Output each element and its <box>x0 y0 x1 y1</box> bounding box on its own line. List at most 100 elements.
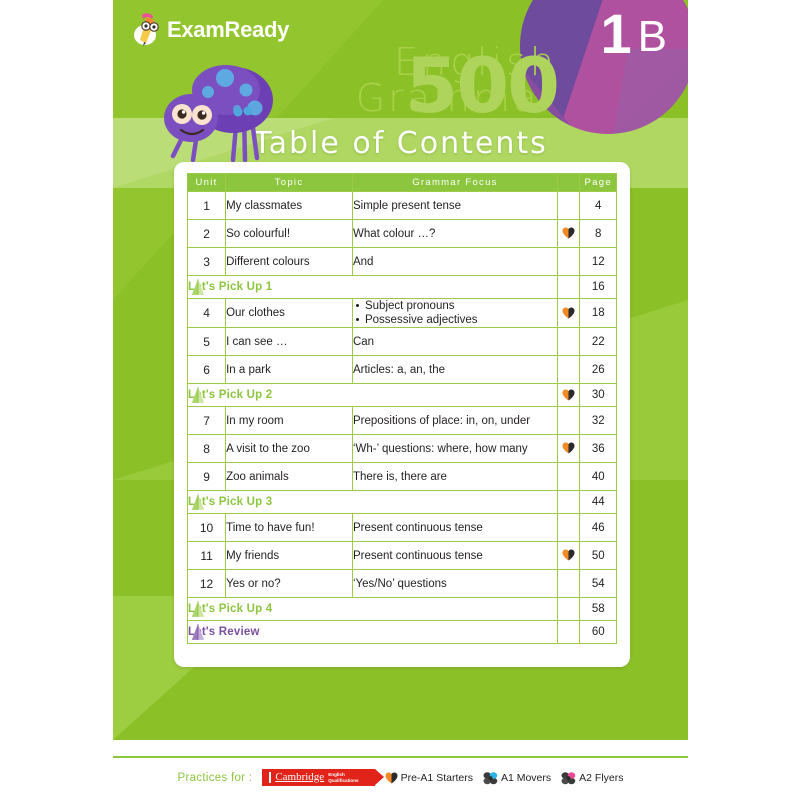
column-header-icon <box>556 173 581 192</box>
brand-logo[interactable]: ExamReady <box>133 12 289 48</box>
table-row: 12 Yes or no? ‘Yes/No’ questions 54 <box>186 569 617 598</box>
cell-topic: My friends <box>225 541 353 570</box>
cell-section-label: Let's Review <box>187 620 558 644</box>
column-header-page: Page <box>579 173 617 192</box>
leaf-icon <box>191 624 205 640</box>
table-row-pick-up: Let's Pick Up 1 16 <box>187 275 617 299</box>
table-of-contents: Unit Topic Grammar Focus Page 1 My classm… <box>186 173 617 644</box>
cell-page: 58 <box>579 597 617 621</box>
cell-grammar-focus: Present continuous tense <box>351 541 558 570</box>
cell-page: 60 <box>579 620 617 644</box>
cell-page: 22 <box>579 327 617 356</box>
cell-unit: 11 <box>186 541 227 570</box>
table-row: 3 Different colours And 12 <box>186 247 617 276</box>
cell-grammar-focus: Present continuous tense <box>351 513 558 542</box>
heart-icon <box>562 227 575 239</box>
table-row: 9 Zoo animals There is, there are 40 <box>186 462 617 491</box>
cell-icon <box>556 462 581 491</box>
level-badge-label: 1B <box>600 6 668 62</box>
cell-section-label: Let's Pick Up 2 <box>187 383 558 407</box>
column-header-topic: Topic <box>225 173 353 192</box>
cambridge-bar-icon <box>269 772 272 783</box>
cambridge-qualification: English Qualifications <box>328 772 358 782</box>
cell-topic: Our clothes <box>225 298 353 328</box>
cell-icon <box>556 406 581 435</box>
cell-unit: 12 <box>186 569 227 598</box>
footer-divider <box>113 756 688 758</box>
flower-icon <box>483 771 498 784</box>
cell-topic: Zoo animals <box>225 462 353 491</box>
heart-icon <box>562 549 575 561</box>
cell-page: 8 <box>579 219 617 248</box>
cell-unit: 4 <box>186 298 227 328</box>
cell-page: 46 <box>579 513 617 542</box>
purple-spider-icon <box>151 48 291 178</box>
cell-icon <box>556 275 581 299</box>
level-label: Pre-A1 Starters <box>400 771 473 784</box>
cell-grammar-focus: Simple present tense <box>351 191 558 220</box>
cell-topic: A visit to the zoo <box>225 434 353 463</box>
table-header-row: Unit Topic Grammar Focus Page <box>186 173 617 192</box>
cell-icon <box>556 597 581 621</box>
cell-topic: Different colours <box>225 247 353 276</box>
cell-unit: 8 <box>186 434 227 463</box>
level-number: 1 <box>600 2 633 65</box>
cell-topic: In a park <box>225 355 353 384</box>
cell-grammar-focus: Prepositions of place: in, on, under <box>351 406 558 435</box>
cell-topic: Time to have fun! <box>225 513 353 542</box>
cell-page: 40 <box>579 462 617 491</box>
cell-unit: 1 <box>186 191 227 220</box>
grammar-focus-item: Possessive adjectives <box>355 313 557 327</box>
table-row: 1 My classmates Simple present tense 4 <box>186 191 617 220</box>
cell-page: 18 <box>579 298 617 328</box>
cell-grammar-focus: Articles: a, an, the <box>351 355 558 384</box>
leaf-icon <box>191 279 205 295</box>
cell-icon <box>556 355 581 384</box>
cell-icon <box>556 541 581 570</box>
cambridge-qual-line-2: Qualifications <box>328 777 359 783</box>
cell-page: 50 <box>579 541 617 570</box>
table-body: 1 My classmates Simple present tense 4 2 So c… <box>186 191 617 644</box>
table-row-pick-up: Let's Pick Up 4 58 <box>187 597 617 621</box>
table-row: 6 In a park Articles: a, an, the 26 <box>186 355 617 384</box>
cell-grammar-focus: ‘Yes/No’ questions <box>351 569 558 598</box>
cell-page: 36 <box>579 434 617 463</box>
cell-unit: 3 <box>186 247 227 276</box>
heart-icon <box>562 307 575 319</box>
leaf-icon <box>191 601 205 617</box>
cell-unit: 6 <box>186 355 227 384</box>
cell-unit: 9 <box>186 462 227 491</box>
level-label: A2 Flyers <box>579 771 624 784</box>
cell-page: 44 <box>579 490 617 514</box>
cell-section-label: Let's Pick Up 4 <box>187 597 558 621</box>
cell-grammar-focus: There is, there are <box>351 462 558 491</box>
cell-page: 30 <box>579 383 617 407</box>
cell-unit: 10 <box>186 513 227 542</box>
cell-topic: In my room <box>225 406 353 435</box>
pencil-mascot-icon <box>133 13 163 47</box>
cell-grammar-focus: And <box>351 247 558 276</box>
cell-topic: So colourful! <box>225 219 353 248</box>
table-row: 4 Our clothes Subject pronouns Possessive a… <box>186 298 617 328</box>
cell-page: 16 <box>579 275 617 299</box>
cell-grammar-focus: ‘Wh-’ questions: where, how many <box>351 434 558 463</box>
table-row: 10 Time to have fun! Present continuous te… <box>186 513 617 542</box>
cell-icon <box>556 513 581 542</box>
table-row: 8A visit to the zoo ‘Wh-’ questions: wher… <box>186 434 617 463</box>
cell-page: 32 <box>579 406 617 435</box>
level-a1-movers: A1 Movers <box>483 771 551 785</box>
table-row-review: Let's Review 60 <box>187 620 617 644</box>
cell-topic: My classmates <box>225 191 353 220</box>
cell-icon <box>556 434 581 463</box>
column-header-grammar-focus: Grammar Focus <box>351 173 558 192</box>
flower-icon <box>561 771 576 784</box>
level-a2-flyers: A2 Flyers <box>561 771 623 785</box>
table-row: 5I can see … Can 22 <box>186 327 617 356</box>
cell-icon <box>556 490 581 514</box>
cell-icon <box>556 219 581 248</box>
cell-page: 4 <box>579 191 617 220</box>
level-letter: B <box>637 12 668 61</box>
grammar-focus-item: Subject pronouns <box>355 299 557 313</box>
cambridge-badge: Cambridge English Qualifications <box>262 769 384 786</box>
cell-topic: Yes or no? <box>225 569 353 598</box>
